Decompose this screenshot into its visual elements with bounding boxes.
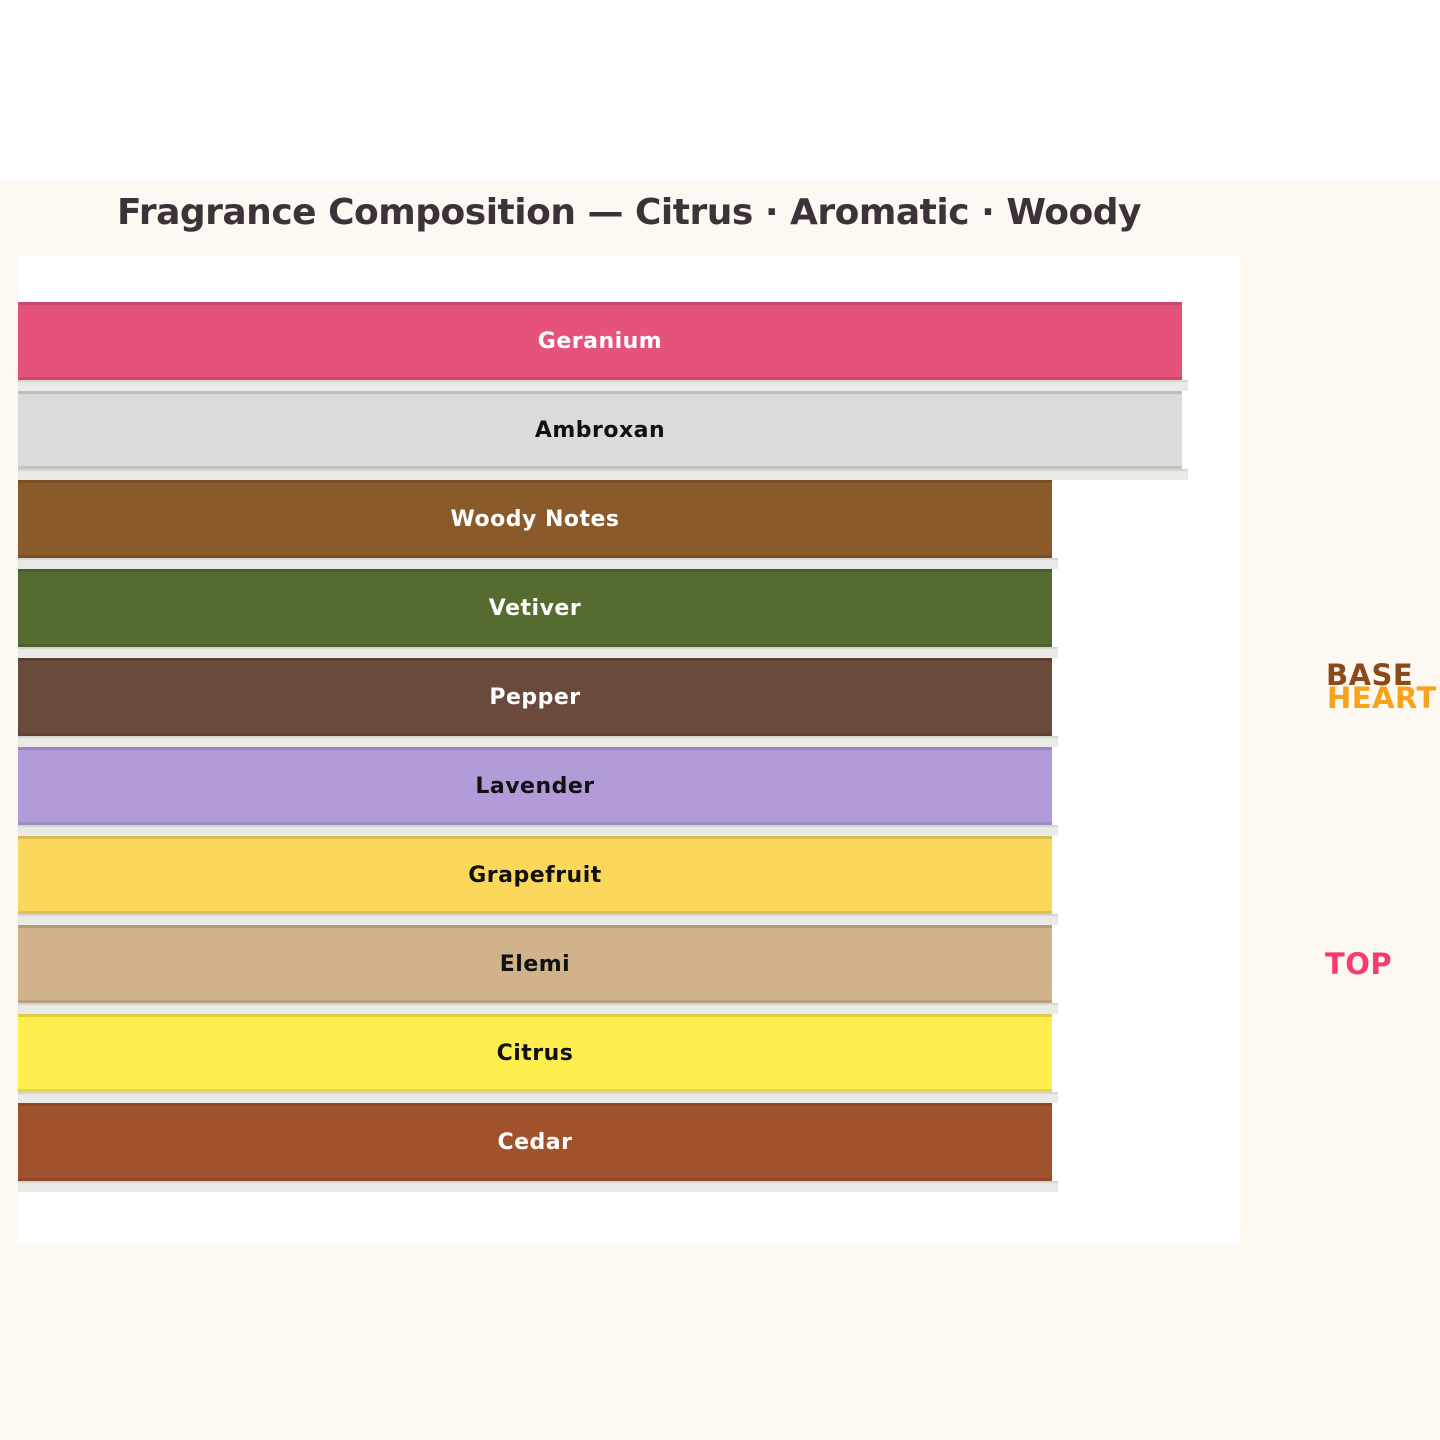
row-gap-strip — [18, 736, 1058, 747]
note-row: Geranium — [18, 302, 1188, 391]
row-gap-strip — [18, 647, 1058, 658]
row-gap-strip — [18, 1092, 1058, 1103]
note-row: Ambroxan — [18, 391, 1188, 480]
note-bar-label: Cedar — [497, 1130, 572, 1155]
note-bar-vetiver: Vetiver — [18, 569, 1052, 647]
note-bar-label: Elemi — [500, 952, 570, 977]
note-bar-woody-notes: Woody Notes — [18, 480, 1052, 558]
top-group-label: TOP — [1325, 947, 1392, 981]
note-bar-label: Lavender — [475, 774, 594, 799]
note-bar-label: Citrus — [497, 1041, 574, 1066]
note-row: Citrus — [18, 1014, 1188, 1103]
row-gap-strip — [18, 380, 1188, 391]
chart-title: Fragrance Composition — Citrus · Aromati… — [0, 192, 1258, 233]
heart-group-label: HEART — [1327, 681, 1437, 715]
note-row: Grapefruit — [18, 836, 1188, 925]
note-bar-ambroxan: Ambroxan — [18, 391, 1182, 469]
note-row: Cedar — [18, 1103, 1188, 1192]
note-row: Vetiver — [18, 569, 1188, 658]
note-bar-label: Ambroxan — [535, 418, 665, 443]
top-white-band — [0, 0, 1440, 180]
note-bar-label: Vetiver — [489, 596, 581, 621]
chart-panel: Geranium Ambroxan Woody Notes Vetiver Pepper… — [18, 256, 1240, 1243]
note-bar-citrus: Citrus — [18, 1014, 1052, 1092]
note-row: Lavender — [18, 747, 1188, 836]
note-row: Woody Notes — [18, 480, 1188, 569]
note-bar-lavender: Lavender — [18, 747, 1052, 825]
note-bar-pepper: Pepper — [18, 658, 1052, 736]
row-gap-strip — [18, 558, 1058, 569]
row-gap-strip — [18, 1003, 1058, 1014]
note-row: Elemi — [18, 925, 1188, 1014]
note-bar-grapefruit: Grapefruit — [18, 836, 1052, 914]
row-gap-strip — [18, 825, 1058, 836]
note-bar-label: Geranium — [538, 329, 662, 354]
note-bar-label: Grapefruit — [468, 863, 602, 888]
note-bar-label: Woody Notes — [450, 507, 619, 532]
note-bar-label: Pepper — [489, 685, 580, 710]
note-row: Pepper — [18, 658, 1188, 747]
row-gap-strip — [18, 1181, 1058, 1192]
row-gap-strip — [18, 914, 1058, 925]
note-bars-container: Geranium Ambroxan Woody Notes Vetiver Pepper… — [18, 302, 1188, 1192]
note-bar-cedar: Cedar — [18, 1103, 1052, 1181]
note-bar-elemi: Elemi — [18, 925, 1052, 1003]
note-bar-geranium: Geranium — [18, 302, 1182, 380]
row-gap-strip — [18, 469, 1188, 480]
